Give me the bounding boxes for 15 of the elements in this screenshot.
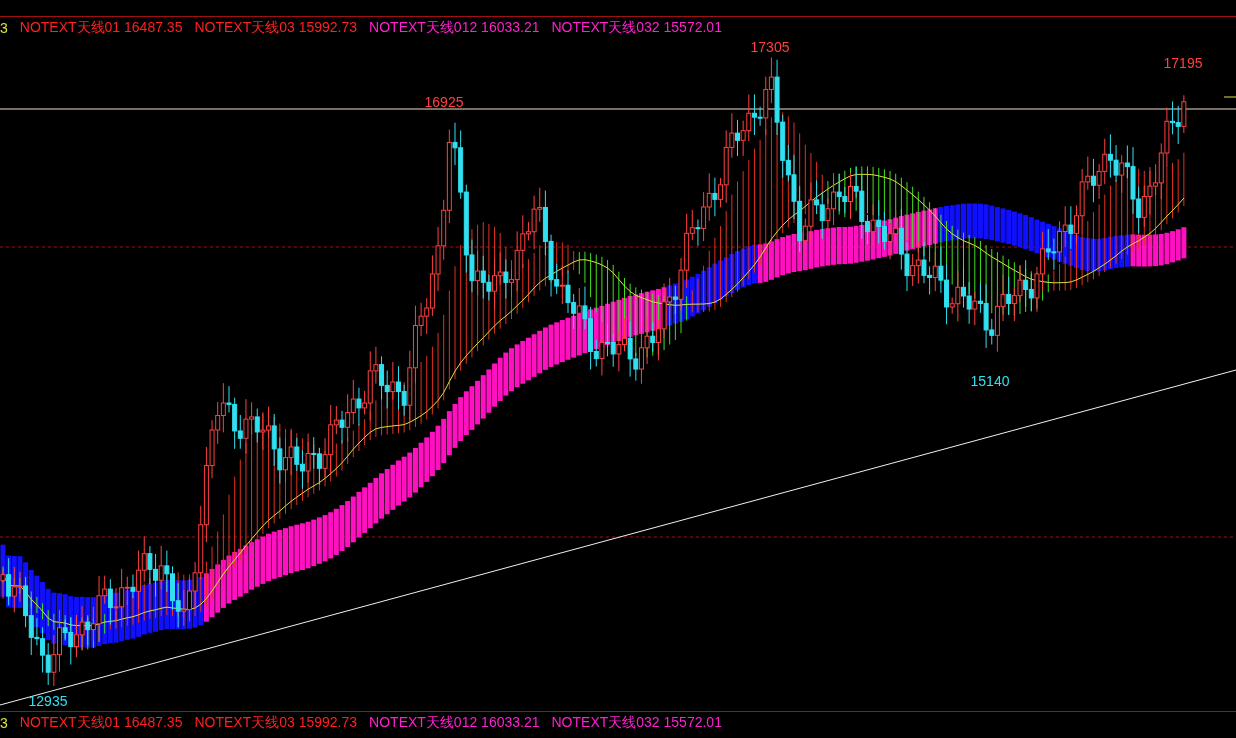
legend-item: NOTEXT天线03 15992.73 — [194, 714, 358, 732]
price-label: 12935 — [28, 693, 68, 709]
legend-item: NOTEXT天线03 15992.73 — [194, 19, 358, 37]
price-label: 17305 — [750, 39, 790, 55]
legend-index: 3 — [0, 20, 8, 36]
legend-item: NOTEXT天线012 16033.21 — [369, 714, 540, 732]
price-label: 17195 — [1163, 55, 1203, 71]
legend-item: NOTEXT天线01 16487.35 — [19, 714, 183, 732]
legend-index: 3 — [0, 715, 8, 731]
legend-item: NOTEXT天线01 16487.35 — [19, 19, 183, 37]
price-label: 16925 — [424, 94, 464, 110]
legend-item: NOTEXT天线032 15572.01 — [551, 714, 722, 732]
legend-item: NOTEXT天线012 16033.21 — [369, 19, 540, 37]
legend-item: NOTEXT天线032 15572.01 — [551, 19, 722, 37]
price-label: 15140 — [970, 373, 1010, 389]
